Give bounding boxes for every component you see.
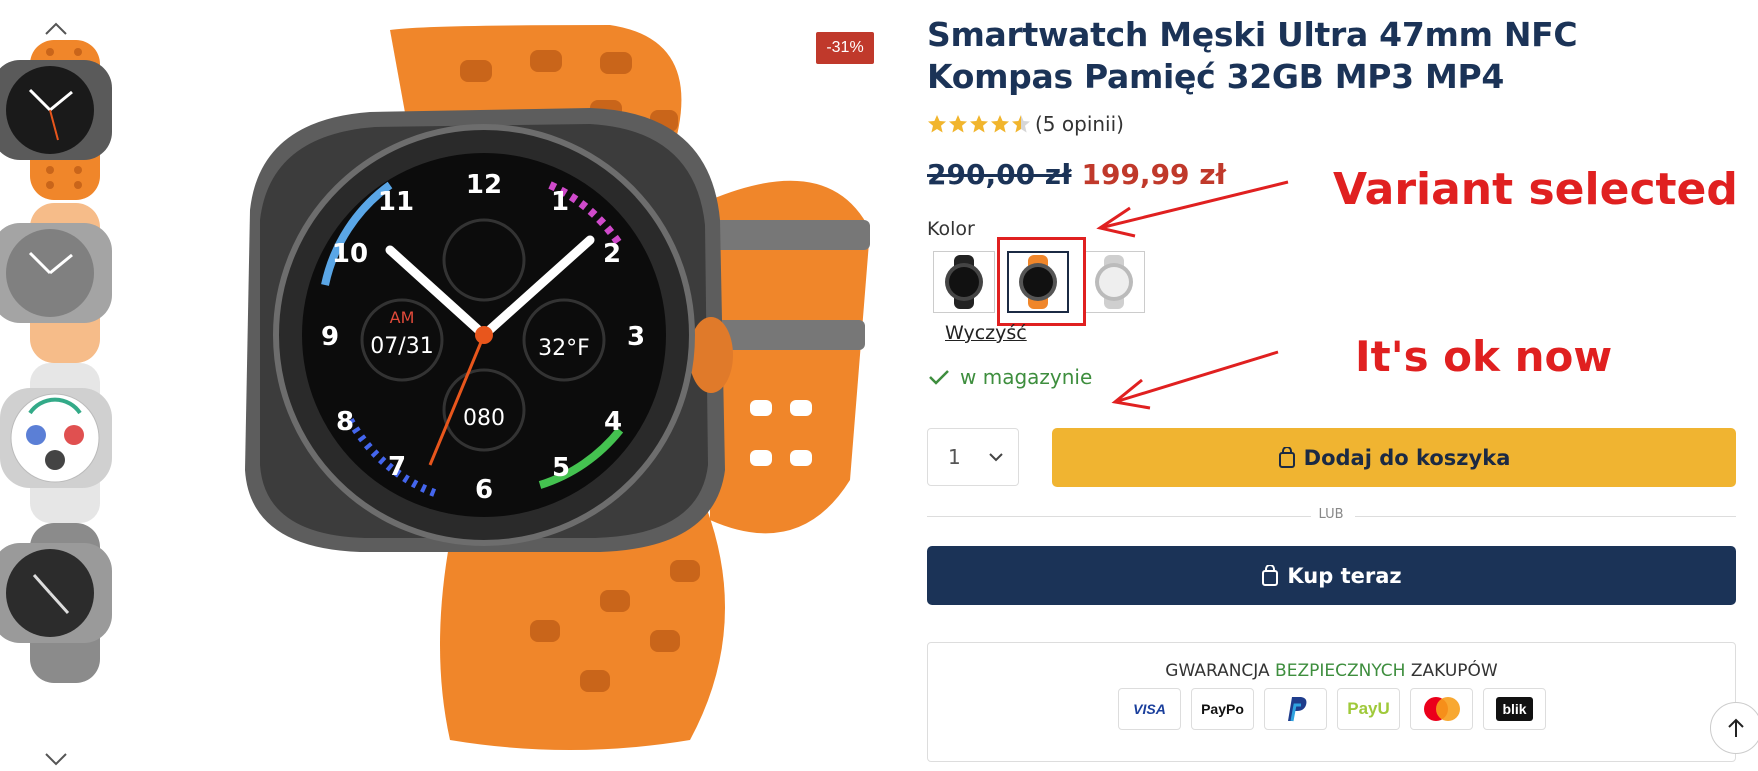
- annotation-variant-selected: Variant selected: [1333, 164, 1738, 215]
- annotation-ok-now: It's ok now: [1355, 332, 1613, 381]
- annotation-arrows: [1096, 180, 1289, 410]
